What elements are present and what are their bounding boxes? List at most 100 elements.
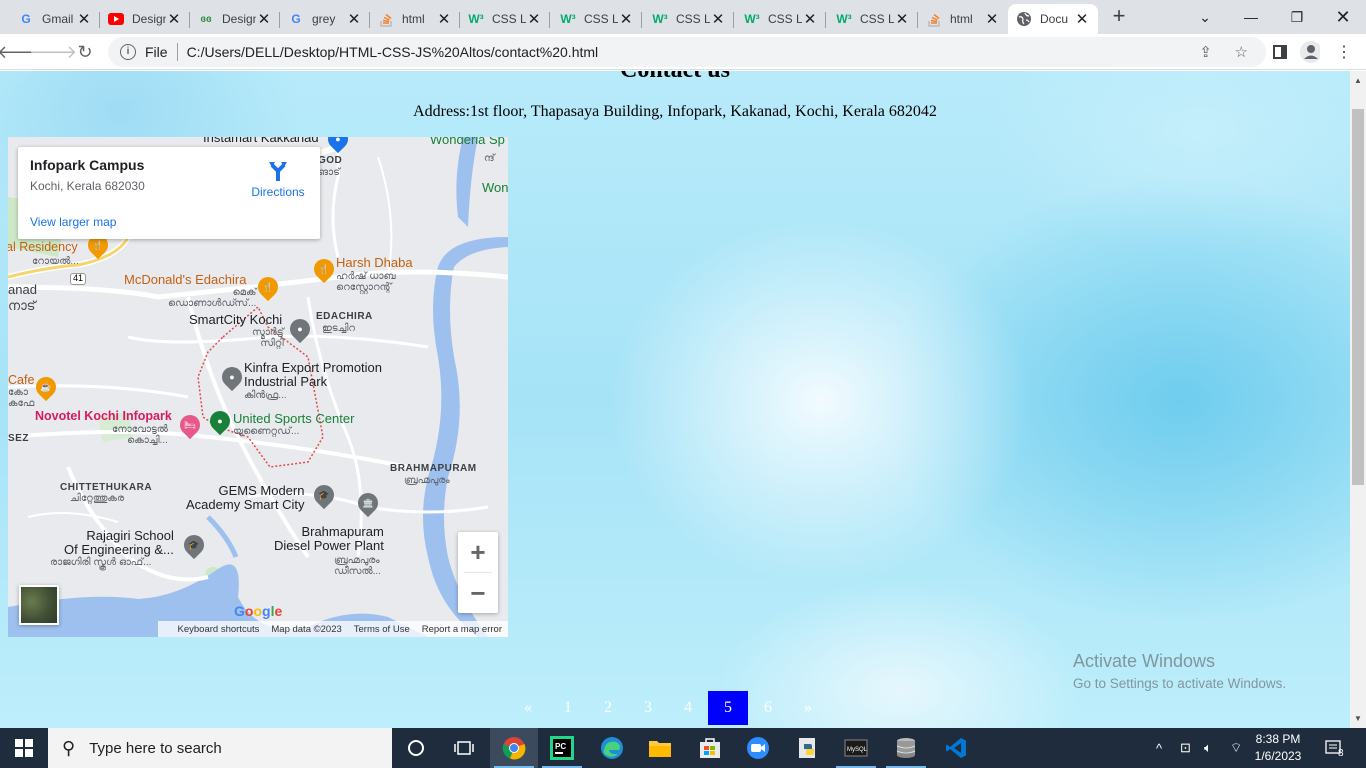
- store-icon[interactable]: [686, 728, 734, 768]
- browser-tab-strip: G Gmail ✕ Design ✕ ɞɞ Design ✕ G grey ✕ …: [0, 0, 1366, 34]
- map-zoom-control: + −: [458, 532, 498, 613]
- terms-link[interactable]: Terms of Use: [348, 624, 416, 635]
- pagination-page-6[interactable]: 6: [748, 691, 788, 725]
- start-button[interactable]: [0, 728, 48, 768]
- new-tab-button[interactable]: +: [1108, 5, 1130, 28]
- directions-icon: [267, 159, 289, 181]
- browser-tab[interactable]: W³ CSS L ✕: [644, 4, 734, 34]
- taskbar-clock[interactable]: 8:38 PM 1/6/2023: [1248, 731, 1308, 765]
- directions-button[interactable]: Directions: [248, 159, 308, 199]
- file-explorer-icon[interactable]: [636, 728, 684, 768]
- windows-taskbar: ⚲ Type here to search PC MySQL ^ ⊡ 🔈︎ ⌔ …: [0, 728, 1366, 768]
- network-wired-icon[interactable]: ⊡: [1180, 728, 1191, 768]
- map-attribution: Keyboard shortcuts Map data ©2023 Terms …: [158, 621, 508, 637]
- scroll-up-arrow-icon[interactable]: ▲: [1350, 73, 1366, 89]
- browser-tab[interactable]: W³ CSS L ✕: [828, 4, 918, 34]
- page-scrollbar[interactable]: ▲ ▼: [1350, 71, 1366, 728]
- cortana-icon[interactable]: [392, 728, 440, 768]
- edge-icon[interactable]: [588, 728, 636, 768]
- close-tab-icon[interactable]: ✕: [436, 10, 452, 28]
- browser-tab[interactable]: Design ✕: [100, 4, 190, 34]
- database-icon[interactable]: [882, 728, 930, 768]
- close-tab-icon[interactable]: ✕: [526, 10, 542, 28]
- info-icon[interactable]: i: [120, 44, 136, 60]
- url-text[interactable]: C:/Users/DELL/Desktop/HTML-CSS-JS%20Alto…: [187, 44, 599, 60]
- svg-text:PC: PC: [555, 742, 566, 751]
- python-icon[interactable]: [784, 728, 832, 768]
- browser-tab[interactable]: G grey ✕: [280, 4, 370, 34]
- menu-kebab-icon[interactable]: ⋮: [1334, 42, 1354, 62]
- zoom-in-button[interactable]: +: [458, 532, 498, 572]
- keyboard-shortcuts-link[interactable]: Keyboard shortcuts: [172, 624, 266, 635]
- share-icon[interactable]: ⇪: [1199, 43, 1212, 61]
- pagination-page-2[interactable]: 2: [588, 691, 628, 725]
- map-info-card: Infopark Campus Kochi, Kerala 682030 Dir…: [18, 147, 320, 239]
- pagination-prev[interactable]: «: [508, 691, 548, 725]
- pagination-next[interactable]: »: [788, 691, 828, 725]
- notification-center-icon[interactable]: 8: [1324, 728, 1344, 768]
- show-hidden-icons-icon[interactable]: ^: [1156, 728, 1162, 768]
- vscode-icon[interactable]: [932, 728, 980, 768]
- forward-button[interactable]: 🡒: [29, 39, 77, 65]
- browser-tab[interactable]: html ✕: [918, 4, 1008, 34]
- w3schools-icon: W³: [560, 12, 576, 26]
- w3schools-icon: W³: [652, 12, 668, 26]
- close-tab-icon[interactable]: ✕: [166, 10, 182, 28]
- close-tab-icon[interactable]: ✕: [802, 10, 818, 28]
- pagination-page-4[interactable]: 4: [668, 691, 708, 725]
- scheme-label: File: [145, 44, 168, 60]
- satellite-toggle-button[interactable]: [19, 585, 59, 625]
- browser-tab[interactable]: W³ CSS L ✕: [552, 4, 642, 34]
- mysql-icon[interactable]: MySQL: [832, 728, 880, 768]
- bookmark-star-icon[interactable]: ☆: [1235, 43, 1248, 61]
- pagination-page-1[interactable]: 1: [548, 691, 588, 725]
- globe-icon: [1016, 11, 1032, 27]
- address-bar[interactable]: i File C:/Users/DELL/Desktop/HTML-CSS-JS…: [108, 37, 1266, 67]
- pycharm-icon[interactable]: PC: [538, 728, 586, 768]
- reload-button[interactable]: ↻: [72, 39, 98, 65]
- close-tab-icon[interactable]: ✕: [894, 10, 910, 28]
- restore-button[interactable]: ❐: [1274, 0, 1320, 34]
- close-tab-icon[interactable]: ✕: [710, 10, 726, 28]
- svg-text:MySQL: MySQL: [847, 747, 868, 753]
- browser-toolbar: 🡐 🡒 ↻ i File C:/Users/DELL/Desktop/HTML-…: [0, 34, 1366, 70]
- volume-icon[interactable]: 🔈︎: [1204, 728, 1212, 768]
- browser-tab[interactable]: html ✕: [370, 4, 460, 34]
- tab-search-icon[interactable]: ⌄: [1182, 0, 1228, 34]
- pagination: « 1 2 3 4 5 6 »: [508, 691, 828, 725]
- close-tab-icon[interactable]: ✕: [76, 10, 92, 28]
- scroll-down-arrow-icon[interactable]: ▼: [1350, 711, 1366, 727]
- task-view-icon[interactable]: [440, 728, 488, 768]
- browser-tab[interactable]: ɞɞ Design ✕: [190, 4, 280, 34]
- close-tab-icon[interactable]: ✕: [984, 10, 1000, 28]
- side-panel-icon[interactable]: [1270, 42, 1290, 62]
- browser-tab[interactable]: G Gmail ✕: [10, 4, 100, 34]
- profile-avatar-icon[interactable]: [1300, 41, 1320, 63]
- scrollbar-thumb[interactable]: [1352, 109, 1364, 485]
- youtube-icon: [108, 11, 124, 27]
- close-tab-icon[interactable]: ✕: [1074, 10, 1090, 28]
- chrome-icon[interactable]: [490, 728, 538, 768]
- taskbar-search-box[interactable]: ⚲ Type here to search: [48, 728, 392, 768]
- geeksforgeeks-icon: ɞɞ: [200, 13, 212, 25]
- report-error-link[interactable]: Report a map error: [416, 624, 508, 635]
- zoom-icon[interactable]: [734, 728, 782, 768]
- w3schools-icon: W³: [836, 12, 852, 26]
- close-tab-icon[interactable]: ✕: [256, 10, 272, 28]
- windows-logo-icon: [15, 739, 33, 757]
- browser-tab-active[interactable]: Docu ✕: [1008, 4, 1098, 34]
- google-map-embed[interactable]: Instamart Kakkanad Wonderla Sp ന്ദ് Won …: [8, 137, 508, 637]
- pagination-page-3[interactable]: 3: [628, 691, 668, 725]
- pagination-page-5-active[interactable]: 5: [708, 691, 748, 725]
- browser-tab[interactable]: W³ CSS L ✕: [736, 4, 826, 34]
- close-tab-icon[interactable]: ✕: [346, 10, 362, 28]
- browser-tab[interactable]: W³ CSS L ✕: [460, 4, 550, 34]
- zoom-out-button[interactable]: −: [458, 573, 498, 613]
- close-tab-icon[interactable]: ✕: [618, 10, 634, 28]
- view-larger-map-link[interactable]: View larger map: [30, 215, 116, 229]
- close-window-button[interactable]: ✕: [1320, 0, 1366, 34]
- w3schools-icon: W³: [468, 12, 484, 26]
- wifi-icon[interactable]: ⌔: [1230, 728, 1242, 768]
- stackoverflow-icon: [926, 11, 942, 27]
- minimize-button[interactable]: —: [1228, 0, 1274, 34]
